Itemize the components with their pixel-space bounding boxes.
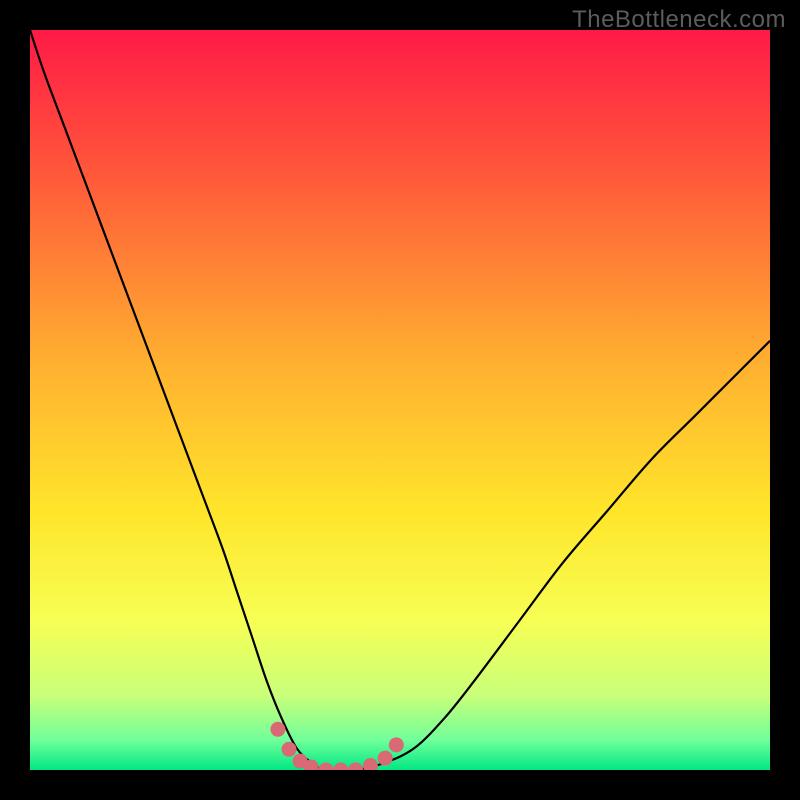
marker-dot [282, 742, 297, 757]
chart-frame: TheBottleneck.com [0, 0, 800, 800]
chart-svg [30, 30, 770, 770]
marker-dot [378, 751, 393, 766]
marker-dot [389, 737, 404, 752]
marker-dot [270, 722, 285, 737]
gradient-background [30, 30, 770, 770]
chart-plot-area [30, 30, 770, 770]
